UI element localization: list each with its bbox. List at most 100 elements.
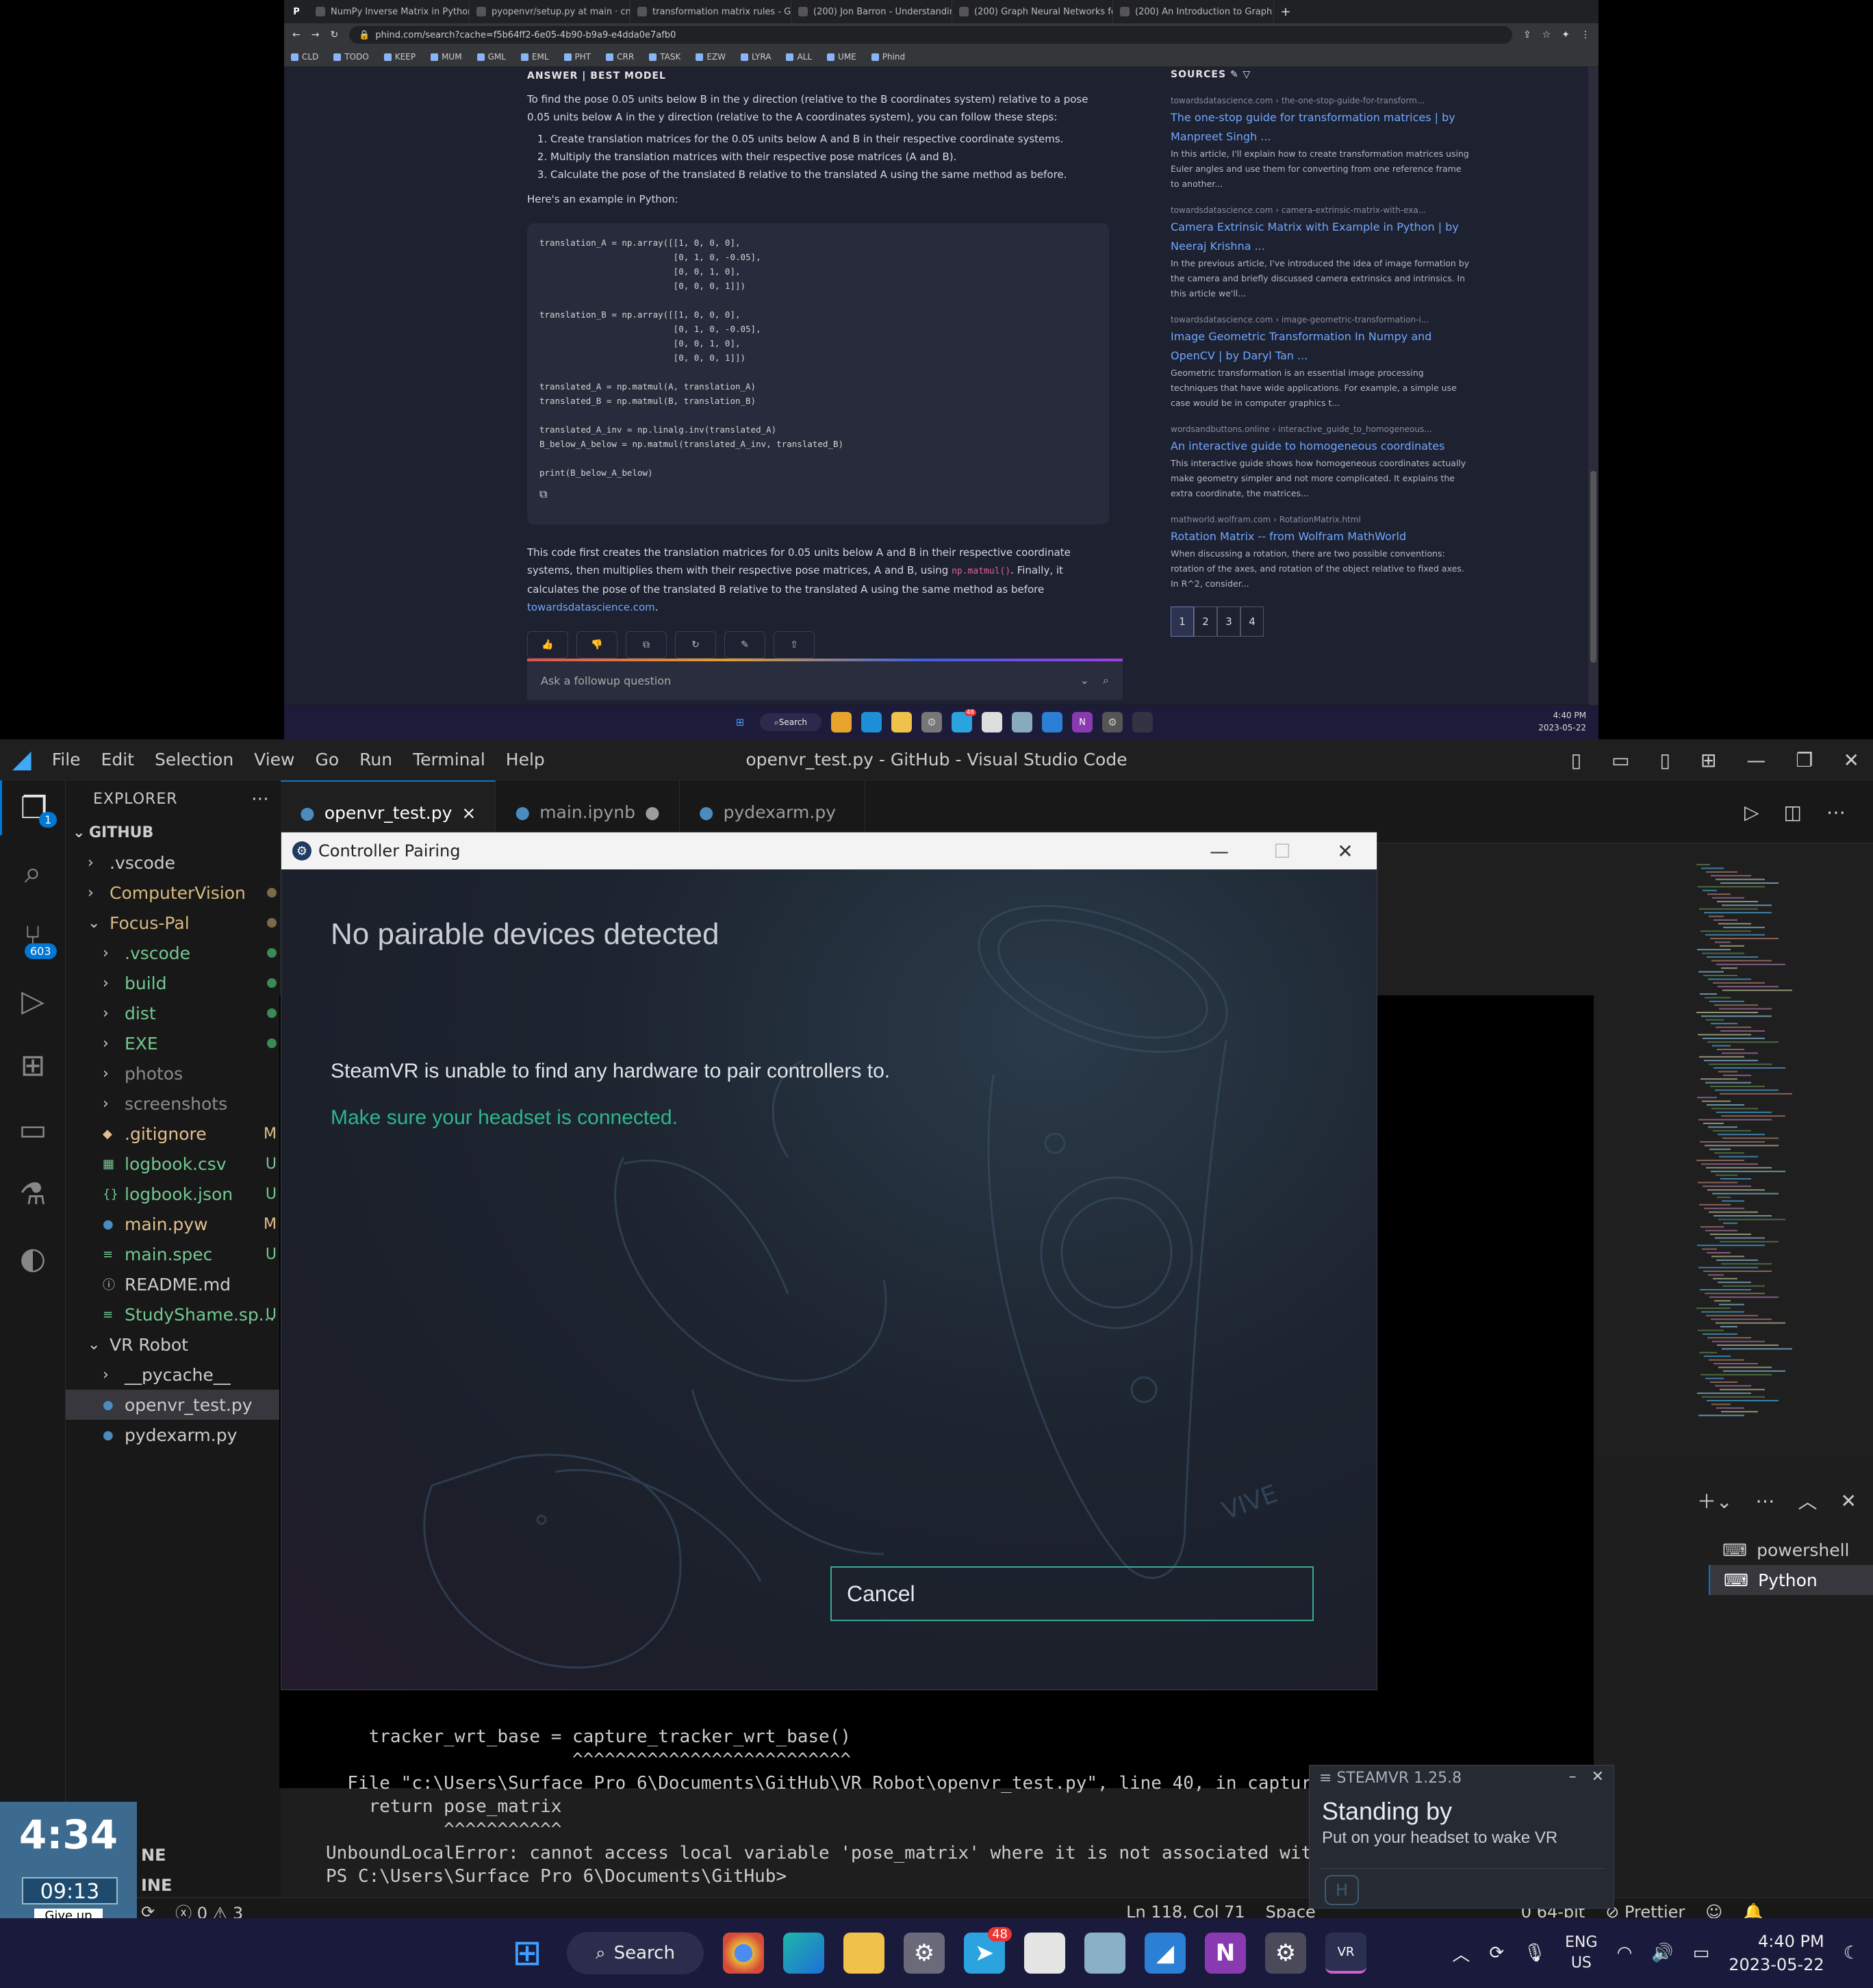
chrome-icon[interactable] [831, 712, 852, 732]
tree-item[interactable]: ⓘ README.md [66, 1269, 281, 1299]
file-explorer-icon[interactable] [891, 712, 912, 732]
search-icon[interactable]: ⌕ [1103, 674, 1109, 687]
extensions-icon[interactable]: ✦ [1562, 29, 1570, 40]
menu-item[interactable]: Terminal [413, 750, 485, 769]
bookmark-item[interactable]: MUM [431, 52, 462, 62]
browser-tab[interactable]: pyopenvr/setup.py at main · cmb× [470, 0, 630, 23]
thumbs-up-icon[interactable]: 👍 [527, 631, 568, 659]
settings-gear-icon[interactable]: ⚙ [1102, 712, 1123, 732]
testing-icon[interactable]: ⚗ [0, 1167, 66, 1221]
menu-item[interactable]: Selection [155, 750, 233, 769]
taskbar-clock[interactable]: 4:40 PM 2023-05-22 [1729, 1930, 1824, 1976]
vscode-icon[interactable]: ◢ [1145, 1933, 1186, 1974]
restore-icon[interactable]: ❐ [1796, 749, 1813, 772]
bookmark-item[interactable]: LYRA [740, 52, 771, 62]
toggle-secondary-sidebar-icon[interactable]: ▯ [1660, 749, 1670, 772]
tab-close-icon[interactable]: ● [645, 802, 660, 822]
close-icon[interactable]: ✕ [1592, 1768, 1604, 1785]
run-icon[interactable]: ▷ [1744, 801, 1759, 824]
scrollbar-thumb[interactable] [1590, 471, 1596, 663]
vscode-icon[interactable] [1042, 712, 1062, 732]
tree-item[interactable]: › EXE [66, 1028, 281, 1058]
page-button[interactable]: 1 [1171, 607, 1194, 637]
tree-item[interactable]: ◆ .gitignore M [66, 1119, 281, 1149]
followup-input[interactable]: Ask a followup question ⌄ ⌕ [527, 659, 1123, 700]
file-explorer-icon[interactable] [843, 1933, 884, 1974]
menu-item[interactable]: Run [359, 750, 392, 769]
source-control-icon[interactable]: ⑂ 603 [0, 909, 66, 964]
battery-icon[interactable]: ▭ [1693, 1943, 1710, 1963]
copy-code-icon[interactable]: ⧉ [539, 487, 1097, 501]
source-title-link[interactable]: An interactive guide to homogeneous coor… [1171, 437, 1472, 456]
windows-start-icon[interactable]: ⊞ [730, 712, 750, 732]
source-title-link[interactable]: The one-stop guide for transformation ma… [1171, 108, 1472, 146]
share-icon[interactable]: ⇧ [774, 631, 815, 659]
bookmark-item[interactable]: EZW [696, 52, 726, 62]
tree-item[interactable]: {} logbook.json U [66, 1179, 281, 1209]
bookmark-item[interactable]: GML [476, 52, 506, 62]
sync-icon[interactable]: ⟳ [1489, 1943, 1504, 1963]
terminal-item-python[interactable]: ⌨ Python [1709, 1565, 1873, 1595]
split-editor-icon[interactable]: ◫ [1784, 801, 1802, 824]
taskbar-search-button[interactable]: ⌕ Search [760, 713, 821, 731]
browser-menu-icon[interactable]: ⋮ [1581, 29, 1590, 40]
edge-icon[interactable] [783, 1933, 824, 1974]
source-title-link[interactable]: Image Geometric Transformation In Numpy … [1171, 327, 1472, 366]
cancel-button[interactable]: Cancel [830, 1566, 1314, 1621]
microphone-icon[interactable]: 🎙 [1523, 1943, 1546, 1963]
reload-icon[interactable]: ↻ [330, 29, 338, 40]
close-panel-icon[interactable]: ✕ [1841, 1490, 1857, 1512]
bookmark-item[interactable]: UME [827, 52, 856, 62]
source-title-link[interactable]: Rotation Matrix -- from Wolfram MathWorl… [1171, 527, 1472, 546]
tree-item[interactable]: ▦ logbook.csv U [66, 1149, 281, 1179]
settings-icon[interactable]: ⚙ [921, 712, 942, 732]
monitor-icon[interactable] [1012, 712, 1032, 732]
telegram-icon[interactable]: 48 [952, 709, 976, 732]
chevron-up-icon[interactable]: ︿ [1452, 1941, 1470, 1966]
tree-item[interactable]: ⌄ VR Robot [66, 1329, 281, 1360]
more-actions-icon[interactable]: ⋯ [1756, 1490, 1775, 1512]
steamvr-icon[interactable] [1132, 712, 1153, 732]
extensions-icon[interactable]: ⊞ [0, 1038, 66, 1093]
bookmark-item[interactable]: TODO [333, 52, 369, 62]
url-input[interactable]: 🔒 phind.com/search?cache=f5b64ff2-6e05-4b… [349, 26, 1512, 44]
more-actions-icon[interactable]: ⋯ [1826, 801, 1846, 824]
tree-item[interactable]: ● main.pyw M [66, 1209, 281, 1239]
minimize-icon[interactable]: — [1188, 832, 1251, 869]
explorer-icon[interactable]: ❐ 1 [0, 780, 66, 835]
bookmark-item[interactable]: EML [520, 52, 549, 62]
edit-icon[interactable]: ✎ [1230, 69, 1239, 80]
close-icon[interactable]: ✕ [1314, 832, 1377, 869]
volume-icon[interactable]: 🔊 [1651, 1943, 1673, 1963]
tree-item[interactable]: › screenshots [66, 1088, 281, 1119]
tree-item[interactable]: › .vscode [66, 848, 281, 878]
tree-item[interactable]: › __pycache__ [66, 1360, 281, 1390]
settings-gear-icon[interactable]: ⚙ [1265, 1933, 1306, 1974]
share-icon[interactable]: ⇪ [1523, 29, 1531, 40]
language-indicator[interactable]: ENG US [1565, 1933, 1597, 1974]
maximize-panel-icon[interactable]: ︿ [1798, 1487, 1818, 1514]
back-icon[interactable]: ← [292, 29, 301, 40]
browser-tab[interactable]: NumPy Inverse Matrix in Python× [309, 0, 470, 23]
bookmark-item[interactable]: KEEP [383, 52, 416, 62]
snipping-tool-icon[interactable] [1024, 1933, 1065, 1974]
tab-close-icon[interactable]: × [461, 803, 476, 823]
page-button[interactable]: 2 [1194, 607, 1217, 637]
telegram-icon[interactable]: ➤ 48 [964, 1927, 1012, 1974]
minimize-icon[interactable]: — [1746, 749, 1766, 772]
toggle-panel-icon[interactable]: ▭ [1611, 749, 1629, 772]
toggle-sidebar-icon[interactable]: ▯ [1571, 749, 1581, 772]
workspace-root[interactable]: ⌄ GITHUB [66, 817, 281, 848]
thumbs-down-icon[interactable]: 👎 [576, 631, 617, 659]
forward-icon[interactable]: → [311, 29, 320, 40]
page-button[interactable]: 4 [1240, 607, 1264, 637]
minimize-icon[interactable]: – [1569, 1768, 1577, 1785]
tree-item[interactable]: › ComputerVision [66, 878, 281, 908]
bookmark-star-icon[interactable]: ☆ [1542, 29, 1551, 40]
browser-tab[interactable]: (200) An Introduction to Graph N× [1113, 0, 1274, 23]
minimap[interactable] [1691, 857, 1842, 1432]
new-terminal-icon[interactable]: ＋⌄ [1697, 1487, 1732, 1514]
terminal-item-powershell[interactable]: ⌨ powershell [1709, 1535, 1873, 1565]
wifi-icon[interactable]: ◠ [1617, 1943, 1633, 1963]
tree-item[interactable]: › build [66, 968, 281, 998]
